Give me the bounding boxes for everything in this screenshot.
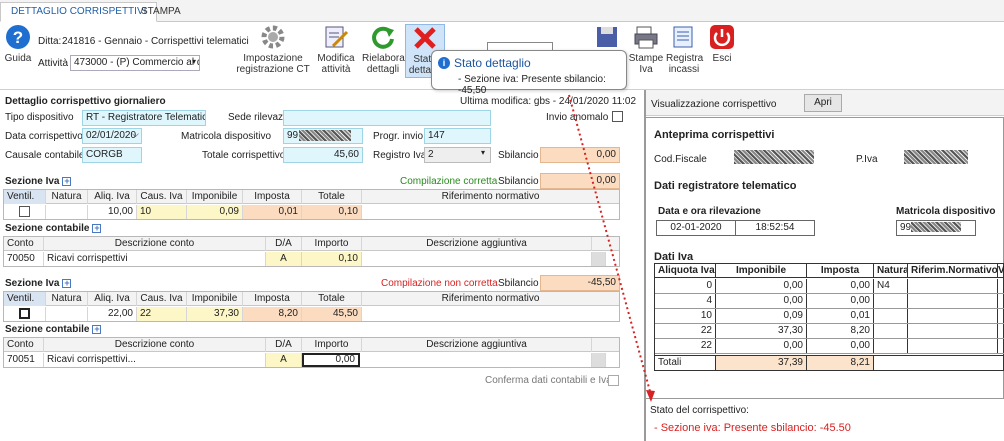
dotted-arrow: [568, 94, 655, 402]
